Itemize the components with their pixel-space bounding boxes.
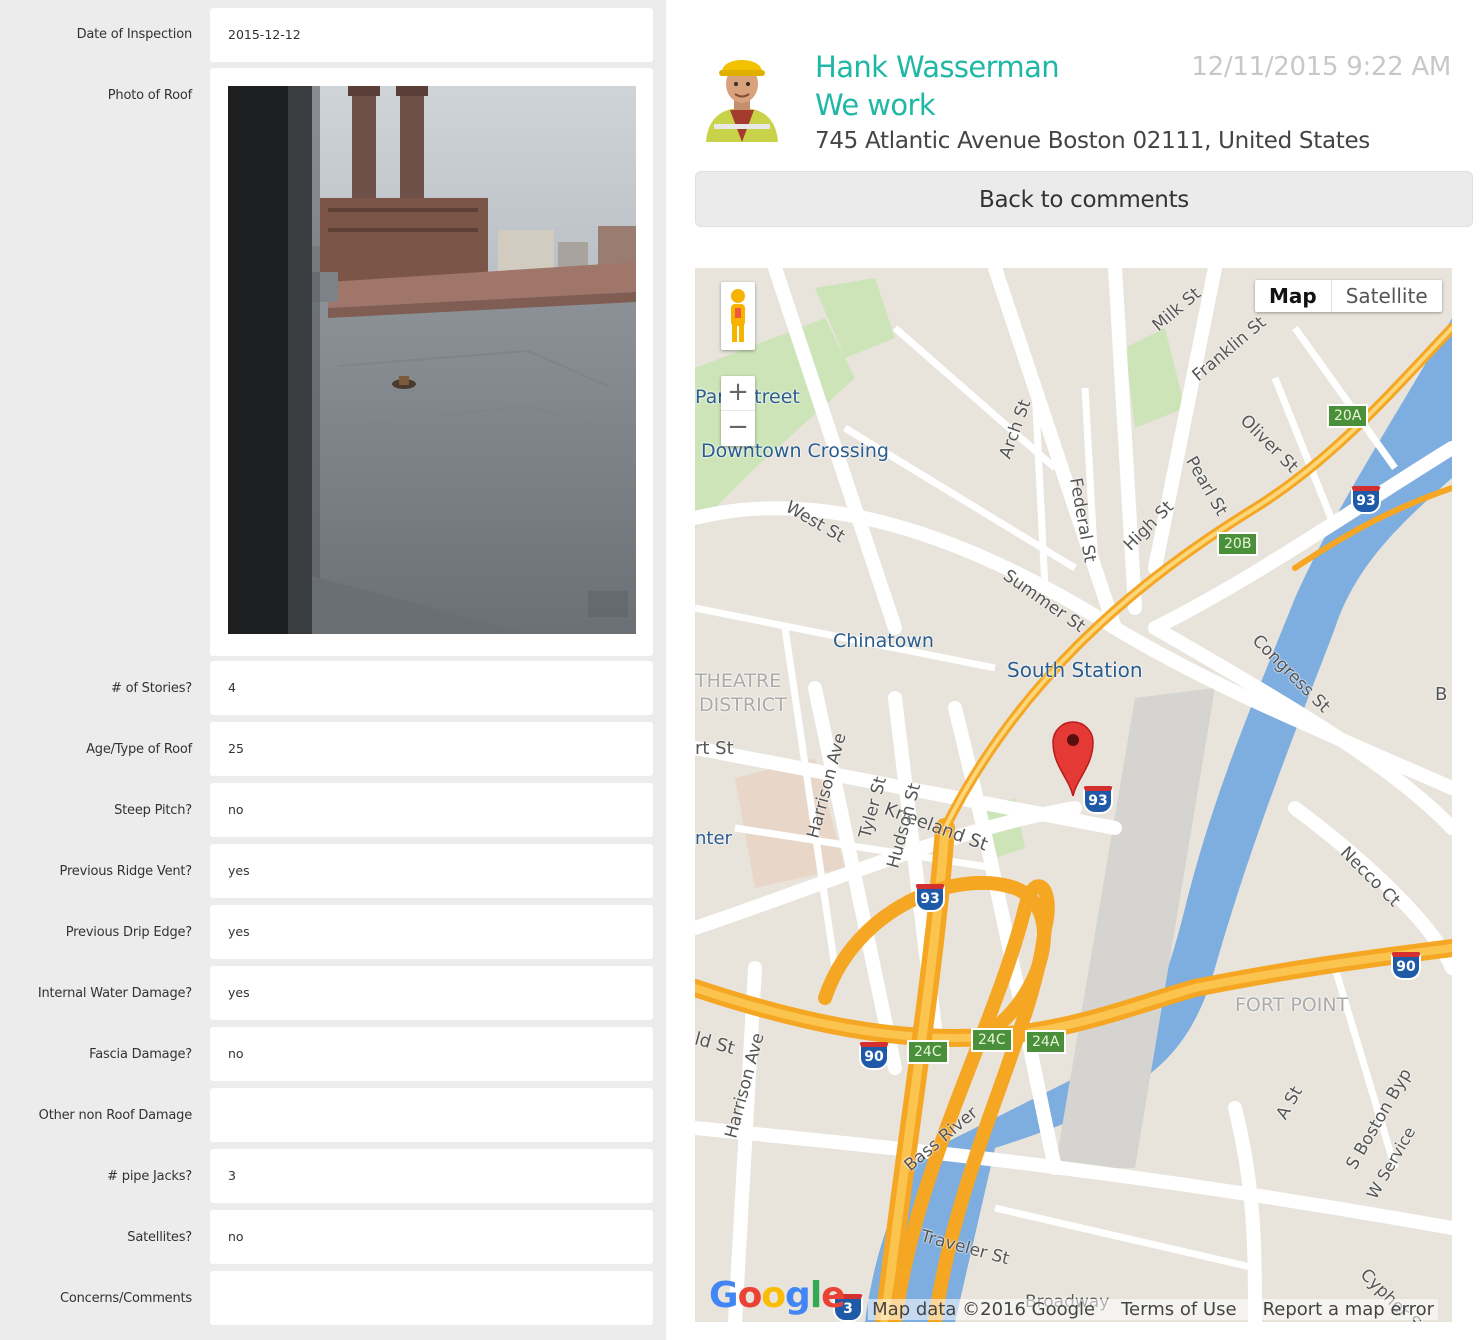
zoom-control: + − xyxy=(721,376,755,446)
form-row-value[interactable]: no xyxy=(210,1210,653,1264)
form-row: # of Stories? 4 xyxy=(0,661,666,715)
date-field[interactable]: 2015-12-12 xyxy=(210,8,653,62)
form-row-value[interactable]: yes xyxy=(210,966,653,1020)
date-row: Date of Inspection 2015-12-12 xyxy=(0,8,666,62)
form-row: Concerns/Comments xyxy=(0,1271,666,1325)
form-row-label: Age/Type of Roof xyxy=(86,742,192,757)
form-row-value[interactable]: yes xyxy=(210,844,653,898)
avatar xyxy=(700,50,784,142)
form-row-value[interactable] xyxy=(210,1271,653,1325)
form-row: Previous Drip Edge? yes xyxy=(0,905,666,959)
map-data-text: Map data ©2016 Google xyxy=(872,1299,1096,1320)
map-type-map-button[interactable]: Map xyxy=(1255,280,1332,312)
form-row-value[interactable]: yes xyxy=(210,905,653,959)
interstate-shield-icon: 90 xyxy=(859,1042,889,1070)
roof-photo[interactable] xyxy=(228,86,636,634)
map-label-essex-st: rt St xyxy=(695,738,734,759)
map-label-center: nter xyxy=(695,828,732,849)
map-label-south-station: South Station xyxy=(1007,658,1143,682)
zoom-in-button[interactable]: + xyxy=(721,376,755,411)
google-logo: Google xyxy=(709,1275,846,1316)
form-row-label: Previous Ridge Vent? xyxy=(59,864,193,879)
form-row: Other non Roof Damage xyxy=(0,1088,666,1142)
form-row-label: Previous Drip Edge? xyxy=(65,925,192,940)
exit-marker: 24A xyxy=(1025,1030,1067,1054)
exit-marker: 24C xyxy=(971,1028,1013,1052)
form-row-label: # of Stories? xyxy=(110,681,192,696)
photo-field xyxy=(210,68,653,656)
street-view-pegman-icon[interactable] xyxy=(721,282,755,350)
form-row: Previous Ridge Vent? yes xyxy=(0,844,666,898)
photo-label: Photo of Roof xyxy=(107,88,192,103)
terms-of-use-link[interactable]: Terms of Use xyxy=(1121,1299,1236,1320)
comment-address: 745 Atlantic Avenue Boston 02111, United… xyxy=(815,128,1370,154)
map-type-control: Map Satellite xyxy=(1255,280,1442,312)
form-row-value[interactable] xyxy=(210,1088,653,1142)
form-row-label: Internal Water Damage? xyxy=(37,986,192,1001)
interstate-shield-icon: 93 xyxy=(915,884,945,912)
form-row-value[interactable]: 3 xyxy=(210,1149,653,1203)
form-row-label: Satellites? xyxy=(127,1230,192,1245)
form-row-label: Concerns/Comments xyxy=(60,1291,192,1306)
inspection-form: Date of Inspection 2015-12-12 Photo of R… xyxy=(0,0,666,1340)
interstate-shield-icon: 90 xyxy=(1391,952,1421,980)
form-row-label: # pipe Jacks? xyxy=(107,1169,192,1184)
map[interactable]: Park Street Downtown Crossing Chinatown Sou… xyxy=(695,268,1452,1322)
form-row: Internal Water Damage? yes xyxy=(0,966,666,1020)
exit-marker: 24C xyxy=(907,1040,949,1064)
map-attribution: Map data ©2016 Google Terms of Use Repor… xyxy=(868,1299,1438,1320)
form-row-value[interactable]: no xyxy=(210,783,653,837)
map-footer: Google Map data ©2016 Google Terms of Us… xyxy=(695,1275,1452,1322)
map-type-satellite-button[interactable]: Satellite xyxy=(1332,280,1442,312)
form-row: # pipe Jacks? 3 xyxy=(0,1149,666,1203)
commenter-name[interactable]: Hank Wasserman xyxy=(815,50,1060,84)
exit-marker: 20A xyxy=(1327,404,1369,428)
map-label-district: DISTRICT xyxy=(699,694,787,716)
form-row: Fascia Damage? no xyxy=(0,1027,666,1081)
form-row-value[interactable]: 25 xyxy=(210,722,653,776)
date-label: Date of Inspection xyxy=(76,27,193,42)
form-row-value[interactable]: no xyxy=(210,1027,653,1081)
zoom-out-button[interactable]: − xyxy=(721,411,755,446)
report-map-error-link[interactable]: Report a map error xyxy=(1263,1299,1434,1320)
location-pin-icon[interactable] xyxy=(1049,718,1097,798)
commenter-company[interactable]: We work xyxy=(815,88,936,122)
map-label-b-m: B M xyxy=(1435,684,1452,705)
form-row-label: Steep Pitch? xyxy=(114,803,192,818)
map-label-chinatown: Chinatown xyxy=(833,630,934,652)
form-row: Satellites? no xyxy=(0,1210,666,1264)
form-row-value[interactable]: 4 xyxy=(210,661,653,715)
map-label-theatre: THEATRE xyxy=(695,670,782,692)
form-row: Age/Type of Roof 25 xyxy=(0,722,666,776)
exit-marker: 20B xyxy=(1217,532,1259,556)
form-row-label: Fascia Damage? xyxy=(89,1047,192,1062)
interstate-shield-icon: 93 xyxy=(1351,486,1381,514)
back-to-comments-button[interactable]: Back to comments xyxy=(695,171,1473,227)
form-row-label: Other non Roof Damage xyxy=(38,1108,193,1123)
map-label-fort-point: FORT POINT xyxy=(1235,994,1349,1016)
form-row: Steep Pitch? no xyxy=(0,783,666,837)
comment-timestamp: 12/11/2015 9:22 AM xyxy=(1191,52,1451,82)
